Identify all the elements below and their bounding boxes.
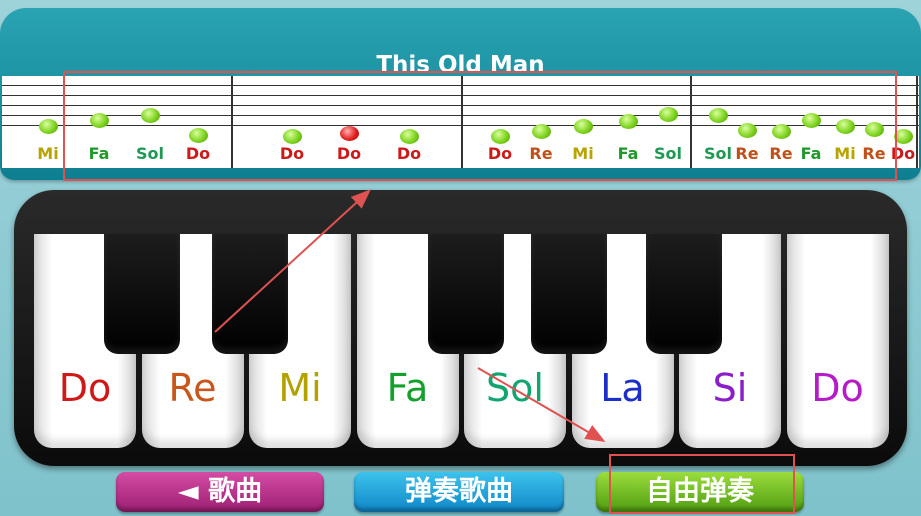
annotation-arrow <box>477 367 606 443</box>
annotation-arrows <box>214 189 606 443</box>
annotation-arrow <box>214 189 371 333</box>
